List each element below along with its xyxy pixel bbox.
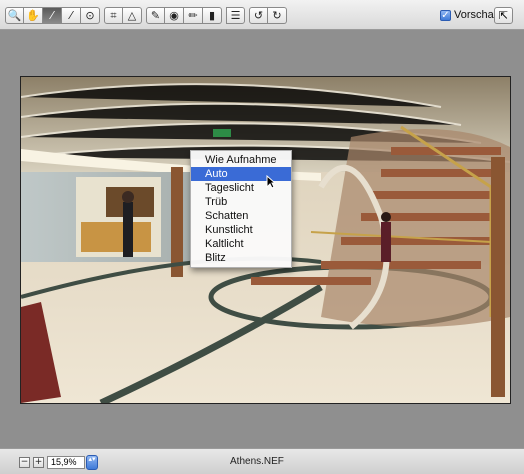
tool-group: 🔍 ✋ ⁄ ⁄ ⊙ ⌗ △ ✎ ◉ ✏ ▮ ☰ ↺ ↻ (5, 7, 287, 24)
white-balance-menu[interactable]: Wie Aufnahme Auto Tageslicht Trüb Schatt… (190, 150, 292, 268)
status-bar: − + 15,9% ▴▾ Athens.NEF (0, 448, 524, 474)
zoom-tool-icon[interactable]: 🔍 (5, 7, 24, 24)
menu-item-tageslicht[interactable]: Tageslicht (191, 181, 291, 195)
target-adjust-tool-icon[interactable]: ⊙ (81, 7, 100, 24)
zoom-in-button[interactable]: + (33, 457, 44, 468)
zoom-level-field[interactable]: 15,9% (47, 456, 85, 469)
mouse-cursor-icon (266, 175, 276, 189)
menu-item-trueb[interactable]: Trüb (191, 195, 291, 209)
rotate-left-icon[interactable]: ↺ (249, 7, 268, 24)
menu-item-kaltlicht[interactable]: Kaltlicht (191, 237, 291, 251)
spot-removal-tool-icon[interactable]: ✎ (146, 7, 165, 24)
toolbar: 🔍 ✋ ⁄ ⁄ ⊙ ⌗ △ ✎ ◉ ✏ ▮ ☰ ↺ ↻ ✓ Vorschau ⇱ (0, 0, 524, 30)
red-eye-tool-icon[interactable]: ◉ (165, 7, 184, 24)
hand-tool-icon[interactable]: ✋ (24, 7, 43, 24)
gradient-tool-icon[interactable]: ▮ (203, 7, 222, 24)
crop-tool-icon[interactable]: ⌗ (104, 7, 123, 24)
fullscreen-button[interactable]: ⇱ (494, 7, 513, 24)
preview-checkbox[interactable]: ✓ (440, 9, 451, 21)
straighten-tool-icon[interactable]: △ (123, 7, 142, 24)
menu-item-wie-aufnahme[interactable]: Wie Aufnahme (191, 153, 291, 167)
color-sampler-tool-icon[interactable]: ⁄ (62, 7, 81, 24)
preview-toggle[interactable]: ✓ Vorschau (440, 9, 500, 21)
rotate-right-icon[interactable]: ↻ (268, 7, 287, 24)
menu-item-kunstlicht[interactable]: Kunstlicht (191, 223, 291, 237)
eyedropper-tool-icon[interactable]: ⁄ (43, 7, 62, 24)
brush-tool-icon[interactable]: ✏ (184, 7, 203, 24)
menu-item-schatten[interactable]: Schatten (191, 209, 291, 223)
menu-item-auto[interactable]: Auto (191, 167, 291, 181)
preview-label: Vorschau (454, 9, 500, 21)
menu-item-blitz[interactable]: Blitz (191, 251, 291, 265)
zoom-stepper-icon[interactable]: ▴▾ (86, 455, 98, 470)
preferences-list-icon[interactable]: ☰ (226, 7, 245, 24)
file-name: Athens.NEF (230, 456, 284, 467)
zoom-out-button[interactable]: − (19, 457, 30, 468)
